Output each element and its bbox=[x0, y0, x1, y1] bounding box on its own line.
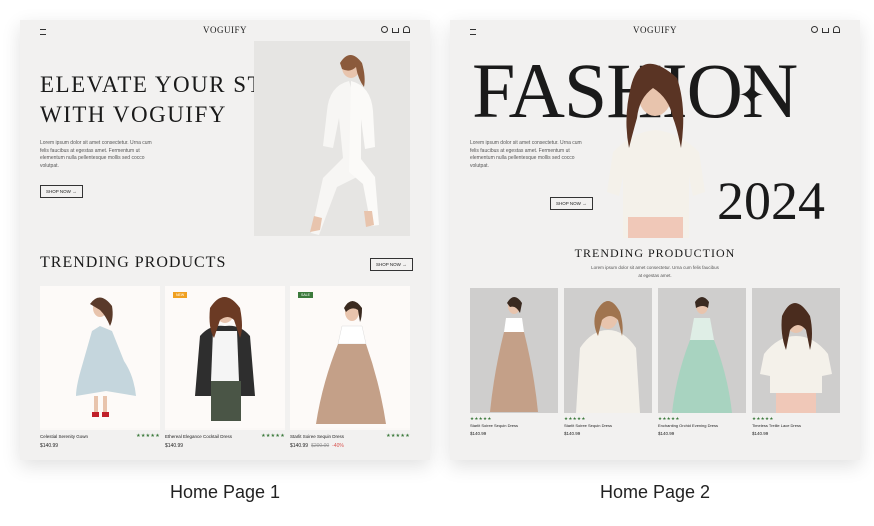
current-price: $140.99 bbox=[290, 443, 309, 449]
product-price: $140.99 bbox=[470, 431, 487, 436]
product-price: $140.99 bbox=[40, 443, 59, 449]
nav-icons bbox=[381, 26, 410, 33]
navbar: VOGUIFY bbox=[20, 20, 430, 42]
home-page-2: VOGUIFY FASHION ✦ 2024 Lorem ipsum dolor… bbox=[450, 20, 860, 460]
sparkle-icon: ✦ bbox=[738, 76, 765, 114]
badge-sale: SALE bbox=[298, 292, 313, 298]
nav-icons bbox=[811, 26, 840, 33]
cart-icon[interactable] bbox=[822, 28, 829, 33]
product-image bbox=[165, 286, 285, 428]
user-icon[interactable] bbox=[833, 26, 840, 33]
caption-home-page-1: Home Page 1 bbox=[169, 482, 281, 502]
rating-stars: ★★★★★ bbox=[386, 433, 410, 439]
logo[interactable]: VOGUIFY bbox=[20, 25, 430, 35]
trending-title: TRENDING PRODUCTS bbox=[40, 254, 227, 271]
product-image bbox=[564, 288, 652, 413]
product-card[interactable]: ★★★★★ Timeless Treille Lace Dress $140.9… bbox=[752, 288, 840, 436]
old-price: $200.00 bbox=[311, 443, 330, 449]
product-price: $140.99 bbox=[658, 431, 675, 436]
logo[interactable]: VOGUIFY bbox=[450, 25, 860, 35]
shop-now-button[interactable]: SHOP NOW bbox=[550, 197, 593, 210]
product-image bbox=[40, 286, 160, 428]
product-card[interactable]: SALE Starlit Soiree Sequin Dress ★★★★★ $… bbox=[290, 286, 410, 449]
search-icon[interactable] bbox=[811, 26, 818, 33]
home-page-1: VOGUIFY ELEVATE YOUR STYLE WITH VOGUIFY … bbox=[20, 20, 430, 460]
discount: -40% bbox=[332, 443, 344, 449]
product-name[interactable]: Ethereal Elegance Cocktail Dress bbox=[165, 434, 232, 439]
hero-description: Lorem ipsum dolor sit amet consectetur. … bbox=[40, 140, 152, 169]
hero-year: 2024 bbox=[717, 171, 825, 231]
product-card[interactable]: NEW Ethereal Elegance Cocktail Dress ★★★… bbox=[165, 286, 285, 449]
search-icon[interactable] bbox=[381, 26, 388, 33]
rating-stars: ★★★★★ bbox=[752, 416, 774, 421]
rating-stars: ★★★★★ bbox=[470, 416, 492, 421]
rating-stars: ★★★★★ bbox=[658, 416, 680, 421]
product-card[interactable]: Celestial Serenity Gown ★★★★★ $140.99 bbox=[40, 286, 160, 449]
product-image bbox=[290, 286, 410, 428]
trending-shop-now-button[interactable]: SHOP NOW bbox=[370, 258, 413, 271]
product-card[interactable]: ★★★★★ Starlit Soiree Sequin Dress $140.9… bbox=[470, 288, 558, 436]
product-card[interactable]: ★★★★★ Enchanting Orchid Evening Dress $1… bbox=[658, 288, 746, 436]
product-image bbox=[658, 288, 746, 413]
product-card[interactable]: ★★★★★ Starlit Soiree Sequin Dress $140.9… bbox=[564, 288, 652, 436]
product-name[interactable]: Starlit Soiree Sequin Dress bbox=[290, 434, 344, 439]
user-icon[interactable] bbox=[403, 26, 410, 33]
hero-description: Lorem ipsum dolor sit amet consectetur. … bbox=[470, 140, 582, 169]
caption-home-page-2: Home Page 2 bbox=[599, 482, 711, 502]
hero-photo bbox=[583, 42, 728, 238]
product-name[interactable]: Starlit Soiree Sequin Dress bbox=[470, 423, 518, 428]
rating-stars: ★★★★★ bbox=[261, 433, 285, 439]
product-name[interactable]: Timeless Treille Lace Dress bbox=[752, 423, 801, 428]
shop-now-button[interactable]: SHOP NOW bbox=[40, 185, 83, 198]
product-image bbox=[470, 288, 558, 413]
trending-subtitle: Lorem ipsum dolor sit amet consectetur. … bbox=[591, 265, 719, 278]
rating-stars: ★★★★★ bbox=[136, 433, 160, 439]
product-price: $140.99 bbox=[165, 443, 184, 449]
product-name[interactable]: Celestial Serenity Gown bbox=[40, 434, 88, 439]
rating-stars: ★★★★★ bbox=[564, 416, 586, 421]
trending-title: TRENDING PRODUCTION bbox=[574, 246, 736, 260]
badge-new: NEW bbox=[173, 292, 188, 298]
product-price: $140.99 bbox=[752, 431, 769, 436]
product-name[interactable]: Enchanting Orchid Evening Dress bbox=[658, 423, 718, 428]
hero-photo bbox=[254, 41, 410, 236]
cart-icon[interactable] bbox=[392, 28, 399, 33]
product-image bbox=[752, 288, 840, 413]
product-name[interactable]: Starlit Soiree Sequin Dress bbox=[564, 423, 612, 428]
navbar: VOGUIFY bbox=[450, 20, 860, 42]
product-price: $140.99 $200.00 -40% bbox=[290, 443, 344, 449]
product-price: $140.99 bbox=[564, 431, 581, 436]
